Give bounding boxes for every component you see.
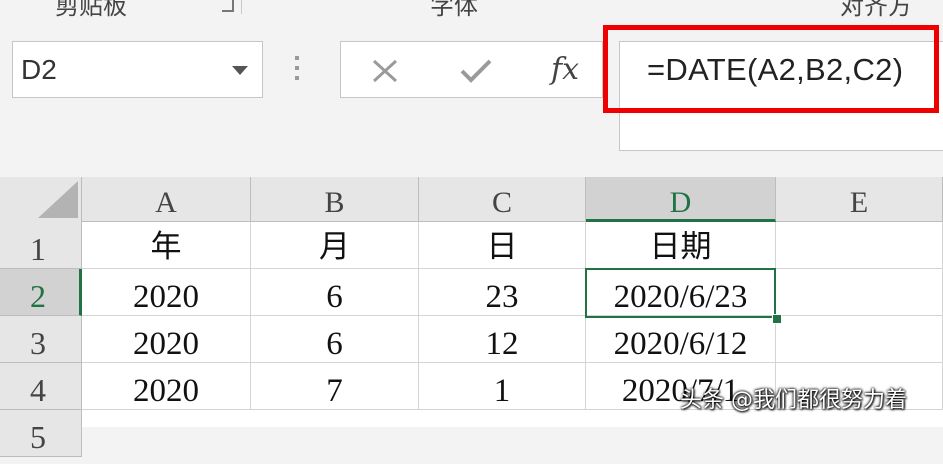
cell-e3[interactable] xyxy=(776,316,943,363)
ribbon-group-align-label: 对齐方 xyxy=(840,0,912,18)
cell-b1[interactable]: 月 xyxy=(251,222,419,269)
row-header-2[interactable]: 2 xyxy=(0,269,82,316)
name-box[interactable]: D2 xyxy=(12,41,263,98)
insert-function-fx-icon[interactable]: fx xyxy=(551,52,579,87)
ribbon-separator xyxy=(241,0,242,14)
ribbon-group-font-label: 字体 xyxy=(430,0,478,18)
active-cell-border xyxy=(585,268,776,318)
column-header-b[interactable]: B xyxy=(251,177,419,222)
cell-c2[interactable]: 23 xyxy=(419,269,586,316)
cell-c1[interactable]: 日 xyxy=(419,222,586,269)
cell-a2[interactable]: 2020 xyxy=(82,269,251,316)
formula-highlight-box xyxy=(603,25,939,113)
enter-check-icon[interactable] xyxy=(459,58,493,84)
row-header-4[interactable]: 4 xyxy=(0,363,82,410)
fill-handle[interactable] xyxy=(772,314,782,324)
select-all-button[interactable] xyxy=(0,177,82,222)
cell-a3[interactable]: 2020 xyxy=(82,316,251,363)
column-header-e[interactable]: E xyxy=(776,177,943,222)
cell-c4[interactable]: 1 xyxy=(419,363,586,410)
row-header-5[interactable]: 5 xyxy=(0,410,82,457)
cancel-x-icon[interactable] xyxy=(371,58,399,84)
row-header-3[interactable]: 3 xyxy=(0,316,82,363)
cell-a1[interactable]: 年 xyxy=(82,222,251,269)
column-header-c[interactable]: C xyxy=(419,177,586,222)
cell-e2[interactable] xyxy=(776,269,943,316)
formula-bar-resize-grip[interactable] xyxy=(294,56,300,82)
column-header-d[interactable]: D xyxy=(586,177,776,222)
ribbon-group-labels: 剪贴板 字体 对齐方 xyxy=(0,0,943,18)
ribbon-group-clipboard-label: 剪贴板 xyxy=(55,0,127,18)
watermark-text: 头条 @我们都很努力着 xyxy=(680,388,907,413)
cell-b4[interactable]: 7 xyxy=(251,363,419,410)
column-header-a[interactable]: A xyxy=(82,177,251,222)
cell-e1[interactable] xyxy=(776,222,943,269)
formula-buttons: fx xyxy=(340,41,603,98)
select-all-triangle-icon xyxy=(38,181,78,218)
clipboard-dialog-launcher-icon[interactable] xyxy=(222,0,234,12)
row-header-1[interactable]: 1 xyxy=(0,222,82,269)
name-box-dropdown-icon[interactable] xyxy=(232,66,248,75)
cell-d3[interactable]: 2020/6/12 xyxy=(586,316,776,363)
cell-b2[interactable]: 6 xyxy=(251,269,419,316)
name-box-value: D2 xyxy=(21,54,57,85)
cell-d1[interactable]: 日期 xyxy=(586,222,776,269)
cell-b3[interactable]: 6 xyxy=(251,316,419,363)
cell-c3[interactable]: 12 xyxy=(419,316,586,363)
cell-a4[interactable]: 2020 xyxy=(82,363,251,410)
